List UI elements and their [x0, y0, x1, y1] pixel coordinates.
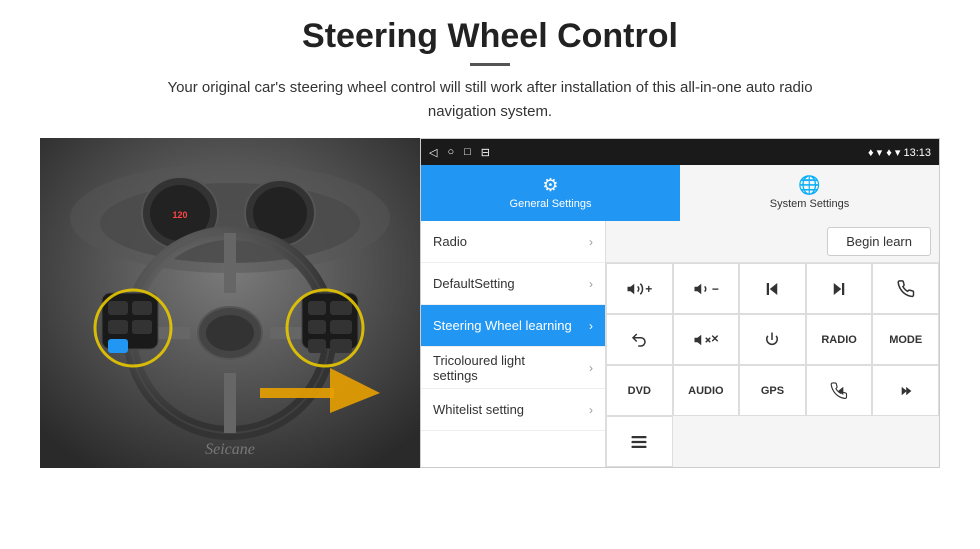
menu-whitelist-label: Whitelist setting: [433, 402, 524, 417]
tab-system-label: System Settings: [770, 198, 849, 210]
nav-buttons: ◁ ○ □ ⊟: [429, 146, 490, 159]
status-right: ♦ ▾ ♦ ▾ 13:13: [868, 146, 931, 159]
power-button[interactable]: [739, 314, 806, 365]
next-button[interactable]: [806, 263, 873, 314]
call-button[interactable]: [872, 263, 939, 314]
tab-general-settings[interactable]: ⚙ General Settings: [421, 165, 680, 221]
prev-button[interactable]: [739, 263, 806, 314]
vol-down-button[interactable]: −: [673, 263, 740, 314]
chevron-icon: ›: [589, 361, 593, 375]
chevron-icon: ›: [589, 235, 593, 249]
menu-list: Radio › DefaultSetting › Steering Wheel …: [421, 221, 606, 467]
call-prev-button[interactable]: [806, 365, 873, 416]
controls-top-row: Begin learn: [606, 221, 939, 263]
menu-item-radio[interactable]: Radio ›: [421, 221, 605, 263]
page-subtitle: Your original car's steering wheel contr…: [140, 76, 840, 124]
general-settings-icon: ⚙: [542, 175, 558, 196]
begin-learn-button[interactable]: Begin learn: [827, 227, 931, 256]
home-nav[interactable]: ○: [447, 146, 454, 158]
menu-steering-label: Steering Wheel learning: [433, 318, 572, 333]
top-tabs: ⚙ General Settings 🌐 System Settings: [421, 165, 939, 221]
title-divider: [470, 63, 510, 66]
clock: ♦ ▾ 13:13: [886, 146, 931, 159]
menu-tricoloured-label: Tricoloured lightsettings: [433, 353, 525, 383]
main-area: Radio › DefaultSetting › Steering Wheel …: [421, 221, 939, 467]
mute-button[interactable]: ✕: [673, 314, 740, 365]
svg-text:120: 120: [172, 210, 187, 220]
vol-up-button[interactable]: +: [606, 263, 673, 314]
menu-default-label: DefaultSetting: [433, 276, 515, 291]
menu-item-tricoloured[interactable]: Tricoloured lightsettings ›: [421, 347, 605, 389]
dvd-button[interactable]: DVD: [606, 365, 673, 416]
mode-button[interactable]: MODE: [872, 314, 939, 365]
chevron-icon: ›: [589, 277, 593, 291]
chevron-icon: ›: [589, 319, 593, 333]
android-panel: ◁ ○ □ ⊟ ♦ ▾ ♦ ▾ 13:13 ⚙ General Settings…: [420, 138, 940, 468]
page-title: Steering Wheel Control: [302, 18, 678, 55]
tab-general-label: General Settings: [510, 198, 592, 210]
radio-button[interactable]: RADIO: [806, 314, 873, 365]
screenshot-nav[interactable]: ⊟: [481, 146, 490, 159]
car-image: 120: [40, 138, 420, 468]
controls-grid: + −: [606, 263, 939, 467]
menu-item-steering-wheel[interactable]: Steering Wheel learning ›: [421, 305, 605, 347]
status-bar: ◁ ○ □ ⊟ ♦ ▾ ♦ ▾ 13:13: [421, 139, 939, 165]
svg-text:Seicane: Seicane: [205, 441, 255, 458]
menu-item-defaultsetting[interactable]: DefaultSetting ›: [421, 263, 605, 305]
menu-item-whitelist[interactable]: Whitelist setting ›: [421, 389, 605, 431]
menu-icon-button[interactable]: [606, 416, 673, 467]
gps-button[interactable]: GPS: [739, 365, 806, 416]
audio-button[interactable]: AUDIO: [673, 365, 740, 416]
call-next-button[interactable]: [872, 365, 939, 416]
chevron-icon: ›: [589, 403, 593, 417]
menu-radio-label: Radio: [433, 234, 467, 249]
back-button[interactable]: [606, 314, 673, 365]
back-nav[interactable]: ◁: [429, 146, 437, 159]
recents-nav[interactable]: □: [464, 146, 471, 158]
system-settings-icon: 🌐: [798, 175, 820, 196]
signal-icon: ♦ ▾: [868, 146, 882, 159]
controls-panel: Begin learn +: [606, 221, 939, 467]
tab-system-settings[interactable]: 🌐 System Settings: [680, 165, 939, 221]
